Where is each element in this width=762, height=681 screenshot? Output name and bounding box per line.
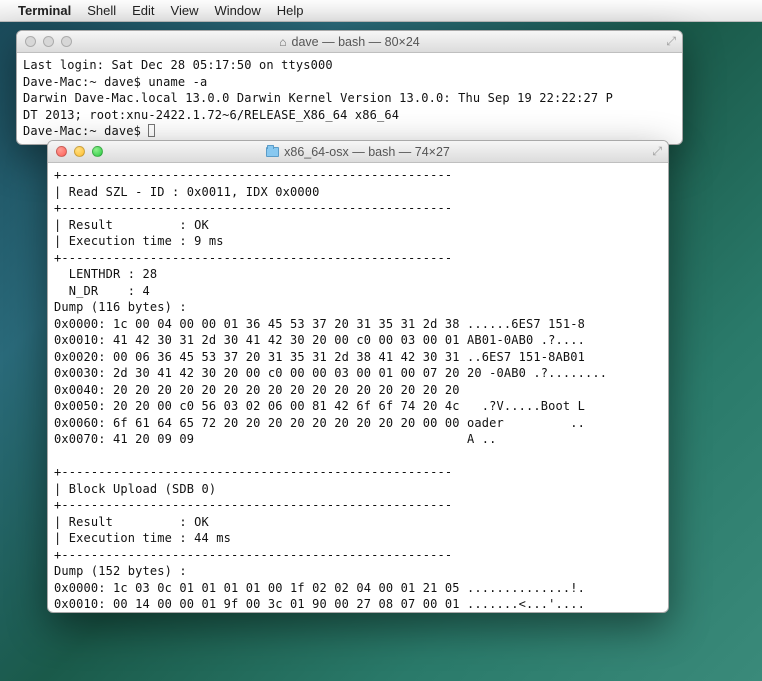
menu-terminal[interactable]: Terminal — [18, 3, 71, 18]
close-button[interactable] — [25, 36, 36, 47]
term-line: Dave-Mac:~ dave$ uname -a — [23, 75, 207, 89]
menu-view[interactable]: View — [171, 3, 199, 18]
title-text: dave — bash — 80×24 — [292, 35, 420, 49]
terminal-content[interactable]: Last login: Sat Dec 28 05:17:50 on ttys0… — [17, 53, 682, 144]
zoom-button[interactable] — [92, 146, 103, 157]
minimize-button[interactable] — [74, 146, 85, 157]
titlebar[interactable]: ⌂ dave — bash — 80×24 ⤢ — [17, 31, 682, 53]
window-controls — [25, 36, 72, 47]
menubar: Terminal Shell Edit View Window Help — [0, 0, 762, 22]
titlebar[interactable]: x86_64-osx — bash — 74×27 ⤢ — [48, 141, 668, 163]
term-line: Dave-Mac:~ dave$ — [23, 124, 148, 138]
window-title: x86_64-osx — bash — 74×27 — [48, 145, 668, 159]
folder-icon — [266, 147, 279, 157]
menu-help[interactable]: Help — [277, 3, 304, 18]
term-line: DT 2013; root:xnu-2422.1.72~6/RELEASE_X8… — [23, 108, 399, 122]
expand-icon[interactable]: ⤢ — [666, 34, 676, 49]
terminal-window-1[interactable]: ⌂ dave — bash — 80×24 ⤢ Last login: Sat … — [16, 30, 683, 145]
term-line: Darwin Dave-Mac.local 13.0.0 Darwin Kern… — [23, 91, 613, 105]
menu-edit[interactable]: Edit — [132, 3, 154, 18]
terminal-content[interactable]: +---------------------------------------… — [48, 163, 668, 613]
window-controls — [56, 146, 103, 157]
close-button[interactable] — [56, 146, 67, 157]
window-title: ⌂ dave — bash — 80×24 — [17, 35, 682, 49]
expand-icon[interactable]: ⤢ — [652, 144, 662, 159]
menu-window[interactable]: Window — [215, 3, 261, 18]
zoom-button[interactable] — [61, 36, 72, 47]
menu-shell[interactable]: Shell — [87, 3, 116, 18]
term-line: Last login: Sat Dec 28 05:17:50 on ttys0… — [23, 58, 333, 72]
minimize-button[interactable] — [43, 36, 54, 47]
title-text: x86_64-osx — bash — 74×27 — [284, 145, 450, 159]
home-icon: ⌂ — [279, 35, 286, 49]
cursor — [148, 124, 155, 137]
terminal-window-2[interactable]: x86_64-osx — bash — 74×27 ⤢ +-----------… — [47, 140, 669, 613]
